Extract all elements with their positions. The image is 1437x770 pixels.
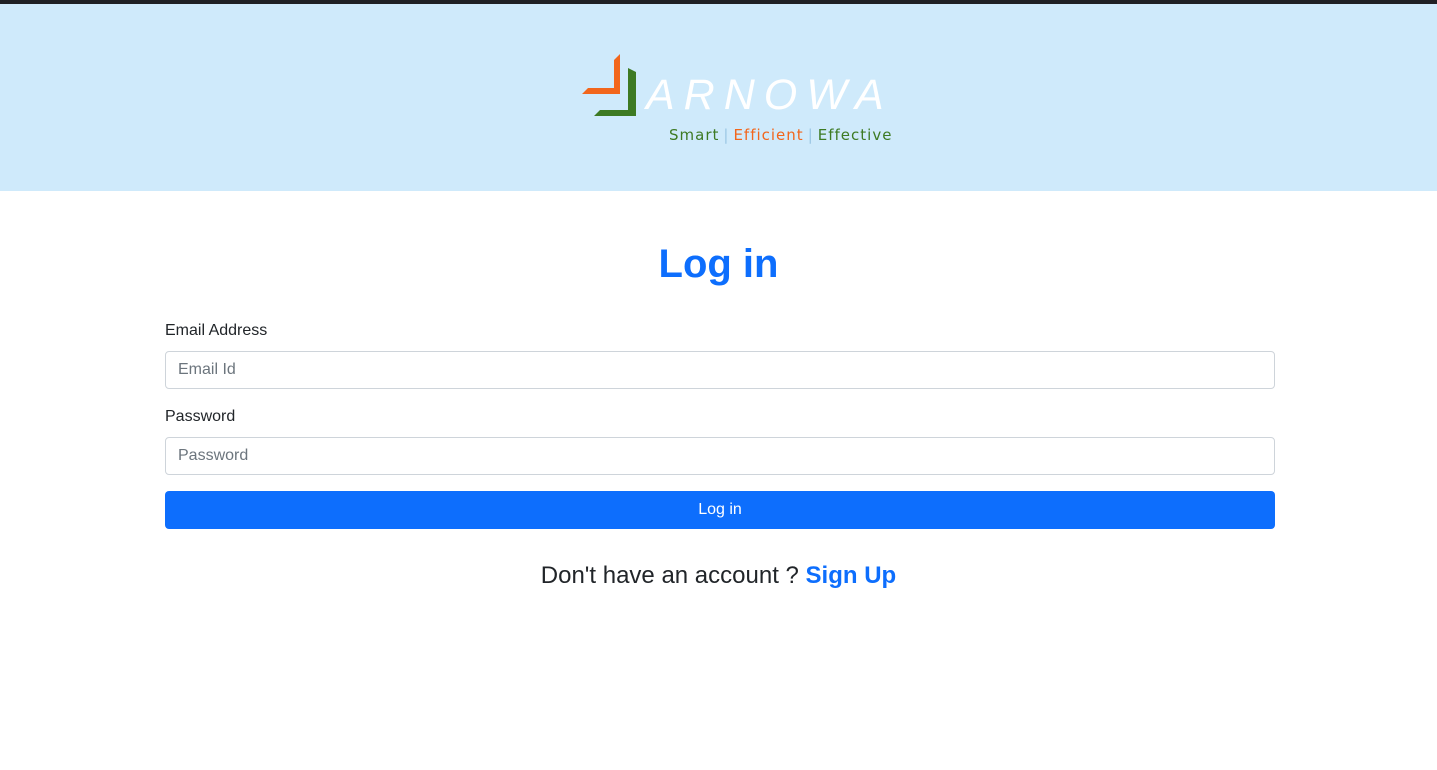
logo-tagline: Smart | Efficient | Effective [669, 126, 892, 144]
arnowa-logo-icon [582, 54, 636, 116]
site-header: ARNOWA Smart | Efficient | Effective [0, 4, 1437, 191]
tagline-effective: Effective [817, 126, 893, 144]
tagline-smart: Smart [669, 126, 720, 144]
email-label: Email Address [165, 322, 268, 339]
tagline-separator: | [723, 126, 730, 144]
password-field[interactable] [165, 437, 1275, 475]
password-label: Password [165, 408, 236, 425]
signup-prompt-row: Don't have an account ? Sign Up [0, 561, 1437, 591]
page-title: Log in [658, 242, 779, 286]
signup-link[interactable]: Sign Up [806, 562, 897, 589]
arnowa-logo: ARNOWA Smart | Efficient | Effective [580, 54, 893, 150]
tagline-separator: | [807, 126, 814, 144]
signup-prompt-text: Don't have an account ? [540, 562, 799, 589]
logo-wordmark: ARNOWA [646, 71, 893, 119]
login-button[interactable]: Log in [165, 491, 1275, 529]
tagline-efficient: Efficient [733, 126, 804, 144]
email-field[interactable] [165, 351, 1275, 389]
